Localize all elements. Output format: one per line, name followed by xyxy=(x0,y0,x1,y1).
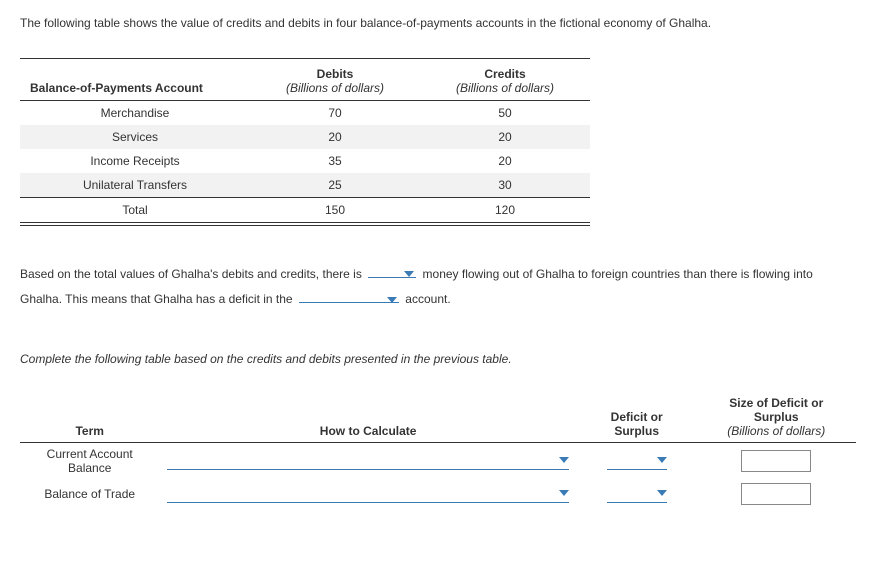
caret-down-icon xyxy=(559,488,569,498)
col-size-header: Size of Deficit or Surplus (Billions of … xyxy=(697,392,856,443)
dropdown-how-to-calculate[interactable] xyxy=(167,452,568,470)
table-row: Income Receipts 35 20 xyxy=(20,149,590,173)
table-row: Balance of Trade xyxy=(20,479,856,509)
dropdown-deficit-surplus[interactable] xyxy=(607,485,667,503)
balance-of-payments-table: Balance-of-Payments Account Debits (Bill… xyxy=(20,58,590,226)
col-account-header: Balance-of-Payments Account xyxy=(20,62,250,101)
dropdown-more-less[interactable] xyxy=(368,262,416,278)
caret-down-icon xyxy=(404,262,414,287)
term-cell: Balance of Trade xyxy=(20,479,159,509)
table-row: Services 20 20 xyxy=(20,125,590,149)
table-total-row: Total 150 120 xyxy=(20,197,590,222)
col-calc-header: How to Calculate xyxy=(159,392,576,443)
table-row: Merchandise 70 50 xyxy=(20,100,590,125)
col-deficit-surplus-header: Deficit or Surplus xyxy=(577,392,697,443)
fill-in-paragraph: Based on the total values of Ghalha's de… xyxy=(20,262,856,312)
table-row: Current Account Balance xyxy=(20,442,856,479)
dropdown-how-to-calculate[interactable] xyxy=(167,485,568,503)
table-row: Unilateral Transfers 25 30 xyxy=(20,173,590,198)
term-cell: Current Account Balance xyxy=(20,442,159,479)
answer-table: Term How to Calculate Deficit or Surplus… xyxy=(20,392,856,509)
dropdown-account-type[interactable] xyxy=(299,287,399,303)
instruction-text: Complete the following table based on th… xyxy=(20,352,856,366)
caret-down-icon xyxy=(559,455,569,465)
caret-down-icon xyxy=(657,455,667,465)
dropdown-deficit-surplus[interactable] xyxy=(607,452,667,470)
size-input[interactable] xyxy=(741,483,811,505)
col-debits-header: Debits (Billions of dollars) xyxy=(250,62,420,101)
size-input[interactable] xyxy=(741,450,811,472)
col-credits-header: Credits (Billions of dollars) xyxy=(420,62,590,101)
intro-text: The following table shows the value of c… xyxy=(20,16,856,30)
col-term-header: Term xyxy=(20,392,159,443)
caret-down-icon xyxy=(657,488,667,498)
caret-down-icon xyxy=(387,287,397,312)
